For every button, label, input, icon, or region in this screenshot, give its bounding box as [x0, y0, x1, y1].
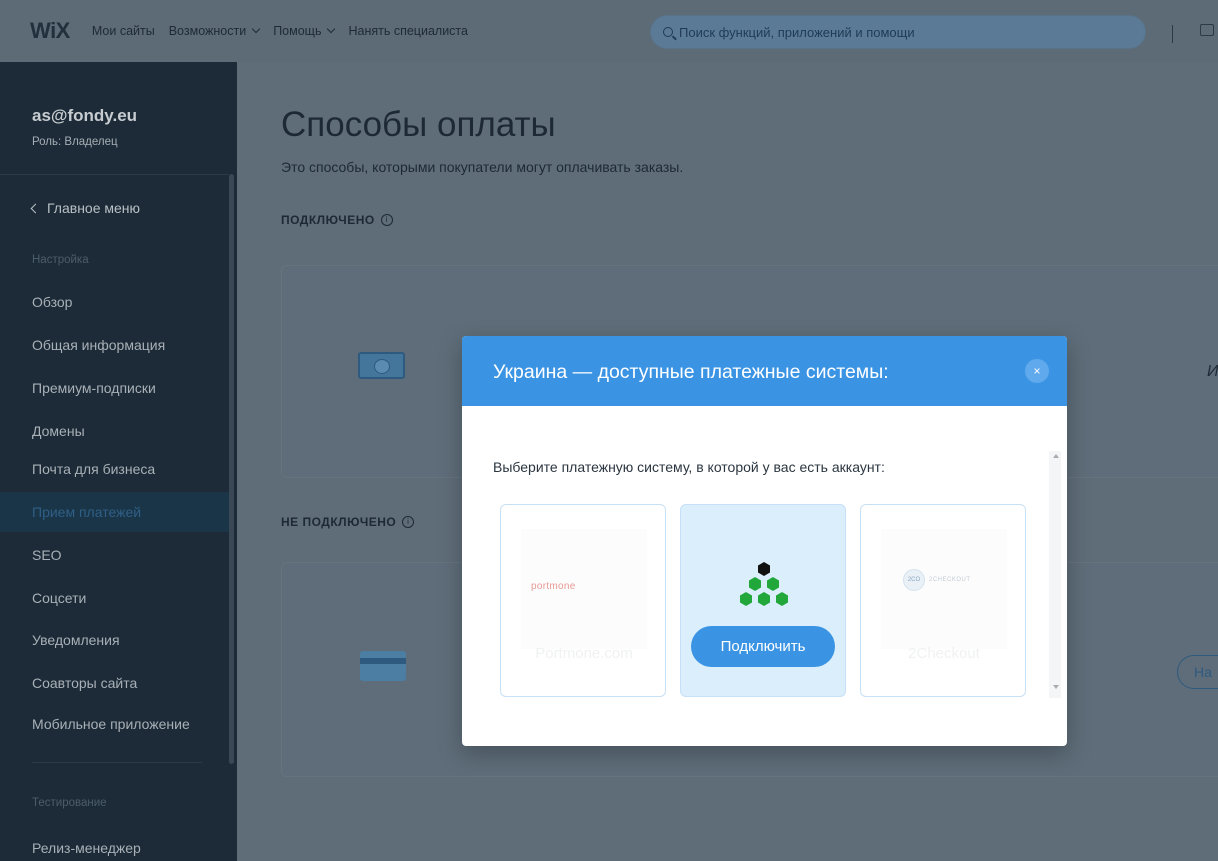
chevron-down-icon	[251, 24, 261, 34]
modal-header: Украина — доступные платежные системы: ×	[462, 336, 1067, 406]
modal-title: Украина — доступные платежные системы:	[493, 361, 889, 383]
card1-cut-text: И	[1207, 363, 1218, 380]
sidebar-scrollbar[interactable]	[229, 174, 234, 764]
sidebar-item-general-info[interactable]: Общая информация	[32, 337, 165, 353]
sidebar-item-domains[interactable]: Домены	[32, 423, 85, 439]
nav-features[interactable]: Возможности	[168, 24, 261, 38]
sidebar: as@fondy.eu Роль: Владелец Главное меню …	[0, 62, 237, 861]
nav-hire-expert-label: Нанять специалиста	[348, 24, 468, 38]
search-input[interactable]	[679, 24, 1099, 40]
back-label: Главное меню	[47, 200, 141, 216]
sidebar-item-social[interactable]: Соцсети	[32, 590, 86, 606]
modal-scrollbar[interactable]	[1049, 451, 1061, 698]
not-connected-section-label: НЕ ПОДКЛЮЧЕНО i	[281, 515, 415, 529]
sidebar-item-mobile-app[interactable]: Мобильное приложение	[32, 716, 190, 732]
wix-logo[interactable]: WiX	[30, 18, 70, 44]
not-connected-label: НЕ ПОДКЛЮЧЕНО	[281, 515, 397, 529]
back-to-main-menu[interactable]: Главное меню	[30, 200, 141, 216]
sidebar-item-premium[interactable]: Премиум-подписки	[32, 380, 156, 396]
page-title: Способы оплаты	[281, 105, 556, 144]
sidebar-item-notifications[interactable]: Уведомления	[32, 632, 120, 648]
provider-card-fondy[interactable]: Подключить	[680, 504, 846, 697]
checkout-logo-circle: 2CO	[903, 569, 925, 591]
chevron-down-icon	[327, 24, 336, 34]
search-icon	[663, 27, 673, 37]
card2-setup-button[interactable]: На	[1177, 655, 1218, 689]
provider-name: Portmone.com	[535, 645, 633, 662]
page-description: Это способы, которыми покупатели могут о…	[281, 159, 684, 175]
sidebar-item-accept-payments[interactable]: Прием платежей	[0, 492, 229, 532]
section-testing: Тестирование	[32, 797, 107, 809]
info-icon[interactable]: i	[402, 516, 415, 528]
account-role: Роль: Владелец	[32, 136, 118, 148]
nav-help-label: Помощь	[273, 24, 322, 38]
checkout-logo-text: 2CHECKOUT	[929, 577, 971, 583]
nav-my-sites-label: Мои сайты	[91, 24, 155, 38]
modal-instruction: Выберите платежную систему, в которой у …	[493, 459, 885, 475]
chat-icon[interactable]	[1200, 24, 1214, 36]
account-email: as@fondy.eu	[32, 106, 138, 125]
scroll-up-icon[interactable]	[1053, 454, 1059, 458]
nav-hire-expert[interactable]: Нанять специалиста	[348, 24, 468, 38]
cash-icon	[358, 352, 405, 379]
top-nav: Мои сайты Возможности Помощь Нанять спец…	[92, 24, 468, 38]
sidebar-item-release-manager[interactable]: Релиз-менеджер	[32, 840, 141, 856]
sidebar-divider	[32, 762, 202, 763]
search-bar[interactable]	[650, 15, 1146, 49]
sidebar-item-overview[interactable]: Обзор	[32, 294, 72, 310]
payment-systems-modal: Украина — доступные платежные системы: ×…	[462, 336, 1067, 746]
connected-section-label: ПОДКЛЮЧЕНО i	[281, 213, 393, 227]
sidebar-item-business-email[interactable]: Почта для бизнеса	[32, 461, 155, 477]
nav-help[interactable]: Помощь	[273, 24, 336, 38]
provider-card-portmone[interactable]: portmone Portmone.com	[500, 504, 666, 697]
provider-card-2checkout[interactable]: 2CO 2CHECKOUT 2Checkout	[860, 504, 1026, 697]
sidebar-item-seo[interactable]: SEO	[32, 547, 62, 563]
fondy-logo-icon	[740, 562, 788, 606]
sidebar-item-collaborators[interactable]: Соавторы сайта	[32, 675, 137, 691]
nav-features-label: Возможности	[168, 24, 247, 38]
nav-my-sites[interactable]: Мои сайты	[92, 24, 155, 38]
connected-label: ПОДКЛЮЧЕНО	[281, 213, 375, 227]
close-icon[interactable]: ×	[1025, 359, 1049, 383]
checkout-logo: 2CO 2CHECKOUT	[903, 569, 971, 591]
scroll-down-icon[interactable]	[1053, 685, 1059, 689]
portmone-logo: portmone	[531, 581, 576, 592]
sidebar-divider	[0, 174, 229, 175]
info-icon[interactable]: i	[380, 214, 393, 226]
connect-button[interactable]: Подключить	[691, 626, 835, 667]
chevron-left-icon	[30, 203, 41, 213]
section-settings: Настройка	[32, 254, 89, 266]
topbar-divider	[1172, 25, 1173, 43]
credit-card-icon	[360, 651, 406, 681]
provider-name: 2Checkout	[908, 645, 980, 662]
